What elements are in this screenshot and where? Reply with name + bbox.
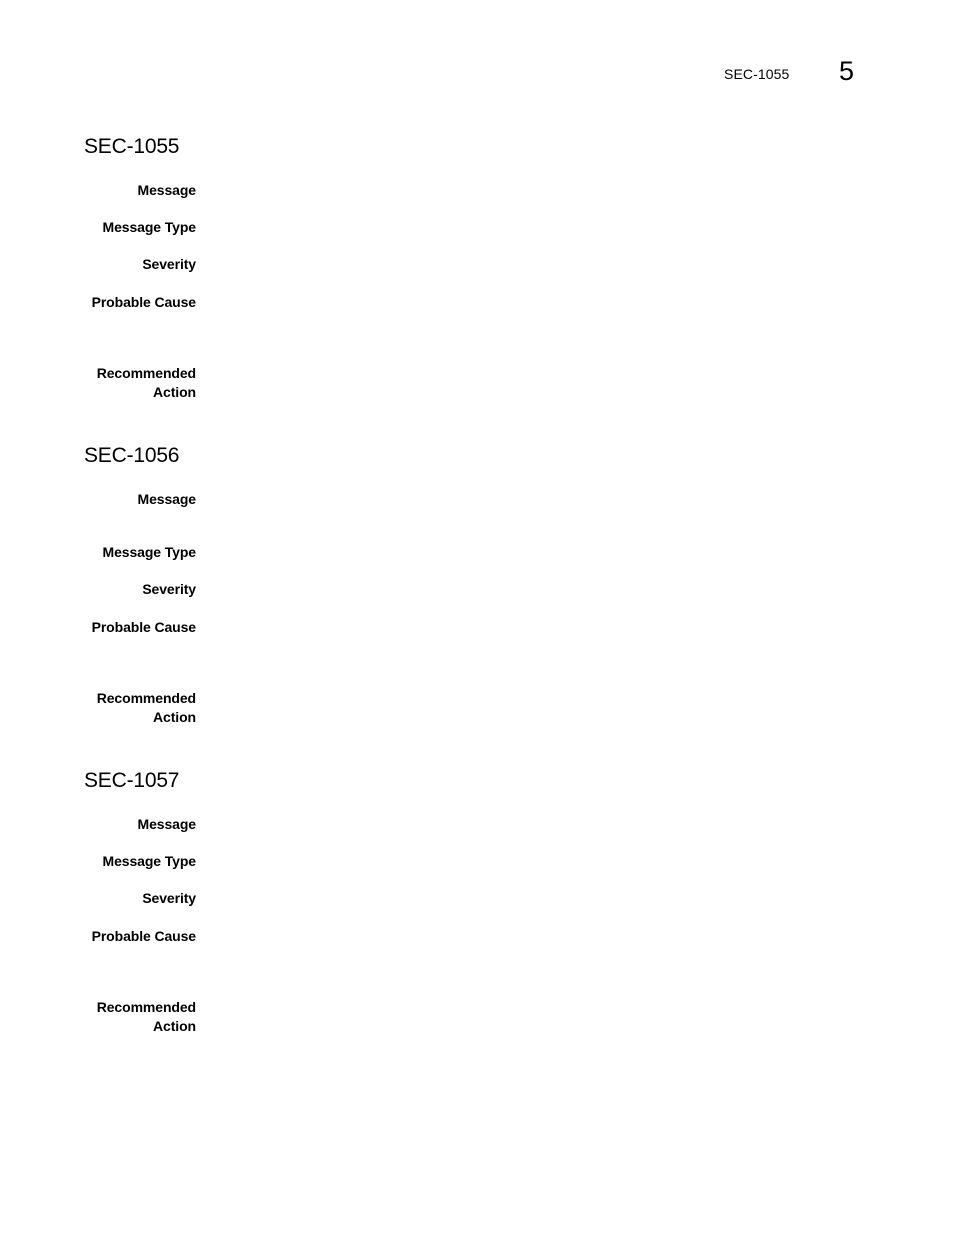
running-header: SEC-1055 5: [0, 56, 954, 88]
field-label-message-type: Message Type: [102, 544, 197, 560]
field-label-message-type: Message Type: [102, 853, 197, 869]
field-label-severity: Severity: [142, 890, 196, 906]
chapter-number: 5: [839, 56, 855, 86]
field-label-recommended-action: Recommended Action: [96, 999, 196, 1034]
field-label-probable-cause: Probable Cause: [91, 294, 197, 310]
field-label-message-type: Message Type: [102, 219, 197, 235]
field-label-recommended-action: Recommended Action: [96, 690, 196, 725]
field-label-severity: Severity: [142, 256, 196, 272]
field-label-probable-cause: Probable Cause: [91, 619, 197, 635]
running-header-title: SEC-1055: [724, 66, 790, 82]
field-label-recommended-action: Recommended Action: [96, 365, 196, 400]
section-title: SEC-1056: [84, 444, 180, 467]
field-label-probable-cause: Probable Cause: [91, 928, 197, 944]
section-title: SEC-1055: [84, 135, 180, 158]
field-label-message: Message: [137, 182, 197, 198]
field-label-message: Message: [137, 816, 197, 832]
field-label-message: Message: [137, 491, 197, 507]
section-title: SEC-1057: [84, 769, 180, 792]
field-label-severity: Severity: [142, 581, 196, 597]
